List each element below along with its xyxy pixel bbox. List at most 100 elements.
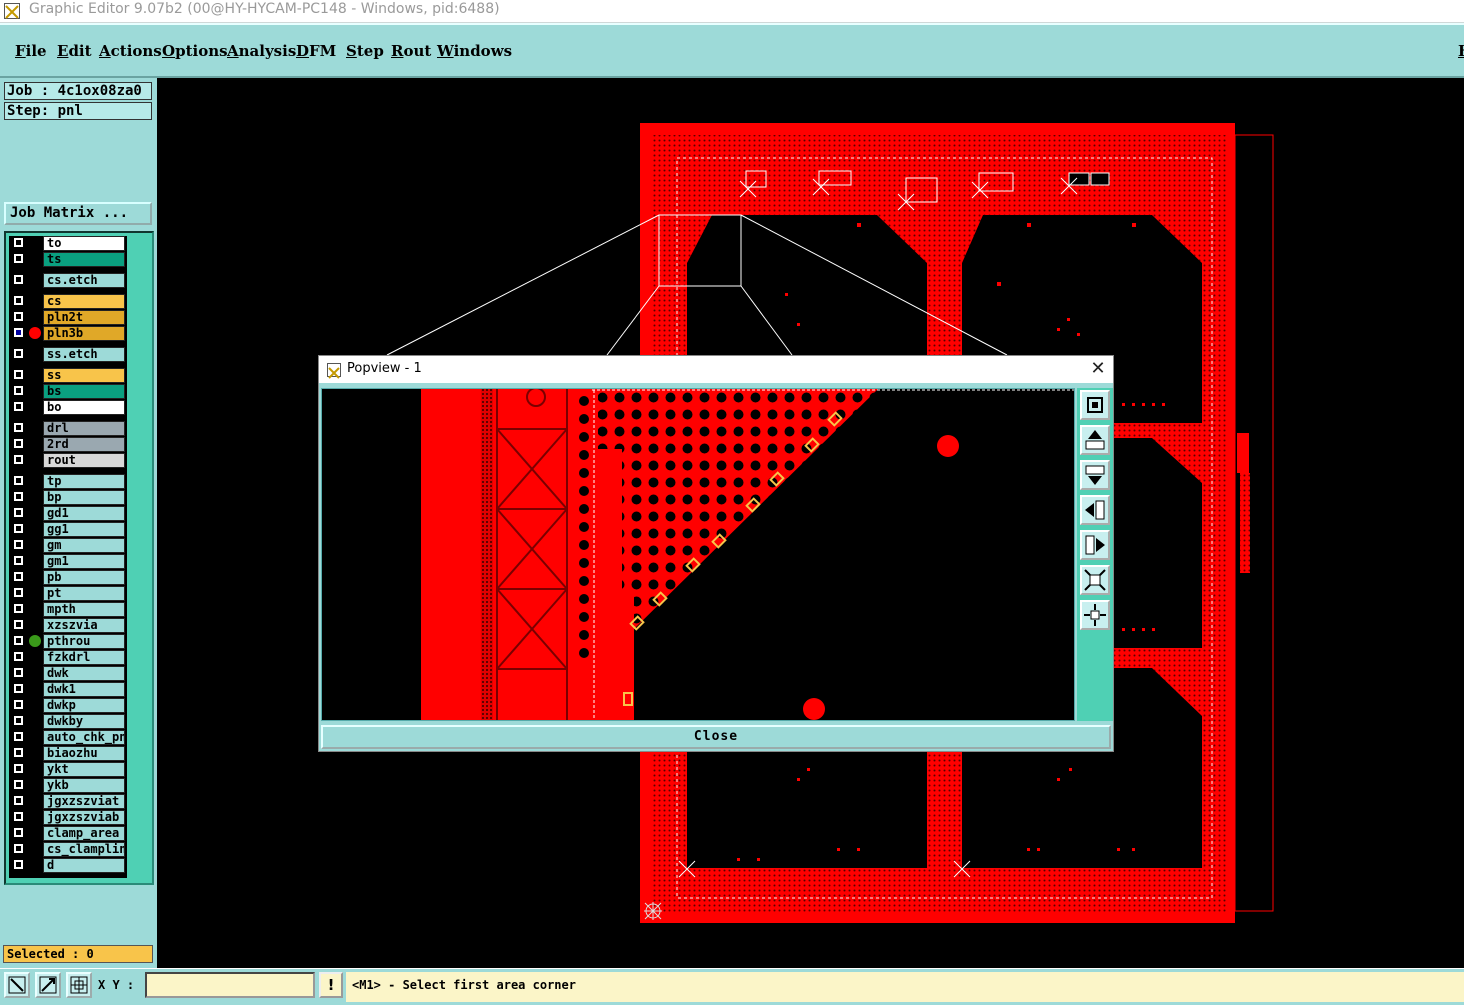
popview-canvas[interactable] xyxy=(321,388,1075,721)
layer-row[interactable]: ykt xyxy=(9,762,149,777)
pan-right-icon[interactable] xyxy=(1080,530,1110,560)
layer-row[interactable]: d xyxy=(9,858,149,873)
menu-options[interactable]: Options xyxy=(162,42,228,60)
menu-step[interactable]: Step xyxy=(346,42,384,60)
layer-checkbox[interactable] xyxy=(14,812,23,821)
menu-dfm[interactable]: DFM xyxy=(296,42,336,60)
layer-checkbox[interactable] xyxy=(14,588,23,597)
layer-checkbox[interactable] xyxy=(14,540,23,549)
layer-row[interactable]: dwk1 xyxy=(9,682,149,697)
layer-row[interactable]: jgxzszviab xyxy=(9,810,149,825)
layer-row[interactable]: fzkdrl xyxy=(9,650,149,665)
popview-close-button[interactable]: Close xyxy=(321,725,1111,749)
layer-checkbox[interactable] xyxy=(14,254,23,263)
layer-checkbox[interactable] xyxy=(14,556,23,565)
layer-row[interactable]: mpth xyxy=(9,602,149,617)
layer-checkbox[interactable] xyxy=(14,455,23,464)
layer-checkbox[interactable] xyxy=(14,402,23,411)
layer-row[interactable]: gm xyxy=(9,538,149,553)
layer-row[interactable]: biaozhu xyxy=(9,746,149,761)
layer-row[interactable]: drl xyxy=(9,421,149,436)
layer-checkbox[interactable] xyxy=(14,828,23,837)
layer-row[interactable]: cs.etch xyxy=(9,273,149,288)
layer-checkbox[interactable] xyxy=(14,439,23,448)
layer-row[interactable]: ts xyxy=(9,252,149,267)
zoom-out-icon[interactable] xyxy=(1080,600,1110,630)
layer-row[interactable]: pthrou xyxy=(9,634,149,649)
layer-checkbox[interactable] xyxy=(14,732,23,741)
layer-checkbox[interactable] xyxy=(14,764,23,773)
menu-actions[interactable]: Actions xyxy=(99,42,162,60)
layer-row[interactable]: pln3b xyxy=(9,326,149,341)
layer-checkbox[interactable] xyxy=(14,370,23,379)
layer-checkbox[interactable] xyxy=(14,860,23,869)
layer-checkbox[interactable] xyxy=(14,296,23,305)
layer-row[interactable]: auto_chk_pnl xyxy=(9,730,149,745)
layer-checkbox[interactable] xyxy=(14,524,23,533)
layer-row[interactable]: to xyxy=(9,236,149,251)
layer-row[interactable]: bs xyxy=(9,384,149,399)
layer-row[interactable]: bo xyxy=(9,400,149,415)
pan-down-icon[interactable] xyxy=(1080,460,1110,490)
menu-edit[interactable]: Edit xyxy=(57,42,92,60)
layer-row[interactable]: ykb xyxy=(9,778,149,793)
layer-checkbox[interactable] xyxy=(14,572,23,581)
job-matrix-button[interactable]: Job Matrix ... xyxy=(4,202,152,225)
layer-checkbox[interactable] xyxy=(14,780,23,789)
layer-checkbox[interactable] xyxy=(14,796,23,805)
layer-checkbox[interactable] xyxy=(14,423,23,432)
layer-row[interactable]: gg1 xyxy=(9,522,149,537)
pan-up-icon[interactable] xyxy=(1080,425,1110,455)
layer-checkbox[interactable] xyxy=(14,604,23,613)
layer-row[interactable]: cs_clampline xyxy=(9,842,149,857)
layer-row[interactable]: gm1 xyxy=(9,554,149,569)
xy-input[interactable] xyxy=(145,972,315,998)
snap-icon[interactable] xyxy=(4,972,30,998)
layer-checkbox[interactable] xyxy=(14,668,23,677)
menu-rout[interactable]: Rout xyxy=(391,42,431,60)
alert-button[interactable]: ! xyxy=(319,972,343,998)
menu-file[interactable]: File xyxy=(15,42,47,60)
layer-checkbox[interactable] xyxy=(14,386,23,395)
layer-row[interactable]: pb xyxy=(9,570,149,585)
layer-row[interactable]: xzszvia xyxy=(9,618,149,633)
layer-checkbox[interactable] xyxy=(14,508,23,517)
layer-checkbox[interactable] xyxy=(14,349,23,358)
menu-analysis[interactable]: Analysis xyxy=(227,42,296,60)
layer-checkbox[interactable] xyxy=(14,328,23,337)
layer-checkbox[interactable] xyxy=(14,476,23,485)
layer-row[interactable]: jgxzszviat xyxy=(9,794,149,809)
menu-windows[interactable]: Windows xyxy=(437,42,512,60)
layer-checkbox[interactable] xyxy=(14,684,23,693)
layer-checkbox[interactable] xyxy=(14,492,23,501)
layer-row[interactable]: pln2t xyxy=(9,310,149,325)
layer-checkbox[interactable] xyxy=(14,620,23,629)
grid-icon[interactable] xyxy=(66,972,92,998)
layer-row[interactable]: clamp_area xyxy=(9,826,149,841)
zoom-in-icon[interactable] xyxy=(1080,565,1110,595)
layer-row[interactable]: dwkby xyxy=(9,714,149,729)
layer-checkbox[interactable] xyxy=(14,636,23,645)
layer-row[interactable]: dwk xyxy=(9,666,149,681)
measure-icon[interactable] xyxy=(35,972,61,998)
layer-checkbox[interactable] xyxy=(14,844,23,853)
layer-checkbox[interactable] xyxy=(14,312,23,321)
layer-checkbox[interactable] xyxy=(14,238,23,247)
layer-row[interactable]: ss.etch xyxy=(9,347,149,362)
layer-checkbox[interactable] xyxy=(14,275,23,284)
layer-row[interactable]: gd1 xyxy=(9,506,149,521)
pan-left-icon[interactable] xyxy=(1080,495,1110,525)
layer-row[interactable]: bp xyxy=(9,490,149,505)
layer-checkbox[interactable] xyxy=(14,700,23,709)
layer-checkbox[interactable] xyxy=(14,748,23,757)
menu-help[interactable]: H xyxy=(1458,42,1464,60)
layer-row[interactable]: pt xyxy=(9,586,149,601)
zoom-fit-button[interactable] xyxy=(1080,390,1110,420)
layer-row[interactable]: dwkp xyxy=(9,698,149,713)
layer-row[interactable]: ss xyxy=(9,368,149,383)
layer-row[interactable]: rout xyxy=(9,453,149,468)
layer-checkbox[interactable] xyxy=(14,652,23,661)
layer-checkbox[interactable] xyxy=(14,716,23,725)
popview-title-bar[interactable]: Popview - 1 ✕ xyxy=(319,356,1113,383)
close-icon[interactable]: ✕ xyxy=(1087,358,1109,380)
